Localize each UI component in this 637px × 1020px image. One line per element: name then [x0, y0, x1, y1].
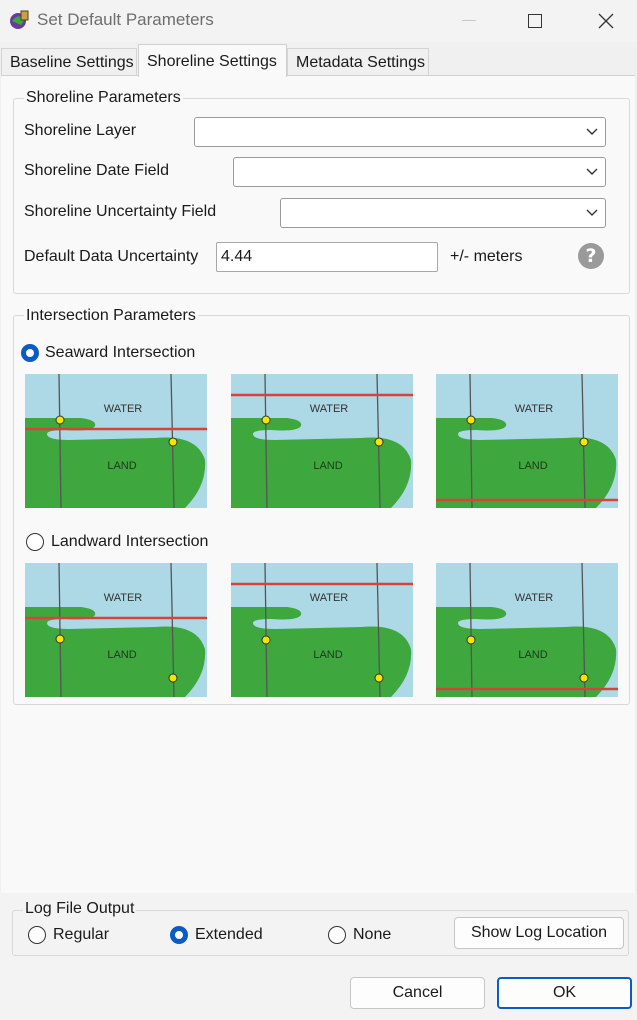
tab-strip: Baseline Settings Shoreline Settings Met… — [0, 42, 637, 77]
tab-label: Shoreline Settings — [147, 53, 277, 70]
seaward-diagram-2: WATER LAND — [231, 373, 413, 509]
close-icon — [598, 13, 614, 29]
landward-diagram-1: WATER LAND — [25, 562, 207, 698]
shoreline-date-field-dropdown[interactable] — [233, 157, 606, 187]
land-label: LAND — [518, 649, 547, 661]
shoreline-layer-dropdown[interactable] — [194, 117, 606, 147]
log-extended-label[interactable]: Extended — [195, 926, 263, 944]
chevron-down-icon — [586, 209, 598, 216]
intersection-point — [55, 634, 65, 644]
shoreline-layer-label: Shoreline Layer — [24, 122, 137, 139]
water-label: WATER — [104, 592, 143, 604]
tab-label: Baseline Settings — [10, 54, 134, 71]
title-bar: Set Default Parameters — [0, 0, 637, 42]
chevron-down-icon — [586, 128, 598, 135]
seaward-intersection-label[interactable]: Seaward Intersection — [45, 344, 195, 362]
log-regular-radio[interactable] — [28, 926, 46, 944]
intersection-point — [55, 415, 65, 425]
intersection-point — [374, 673, 384, 683]
land-label: LAND — [518, 460, 547, 472]
log-none-radio[interactable] — [328, 926, 346, 944]
diagram-svg: WATER LAND — [25, 562, 207, 698]
shoreline-parameters-label: Shoreline Parameters — [24, 89, 183, 107]
default-data-uncertainty-input[interactable]: 4.44 — [216, 242, 438, 272]
uncertainty-units-label: +/- meters — [450, 248, 523, 265]
intersection-point — [168, 437, 178, 447]
minimize-button[interactable] — [446, 0, 492, 42]
shoreline-uncertainty-field-dropdown[interactable] — [280, 198, 606, 228]
help-icon[interactable]: ? — [578, 243, 604, 269]
tab-shoreline-settings[interactable]: Shoreline Settings — [138, 44, 287, 77]
water-label: WATER — [104, 403, 143, 415]
intersection-point — [466, 415, 476, 425]
landward-intersection-radio[interactable] — [26, 533, 44, 551]
land-label: LAND — [313, 460, 342, 472]
intersection-parameters-label: Intersection Parameters — [24, 307, 198, 325]
log-extended-radio[interactable] — [170, 926, 188, 944]
intersection-point — [261, 635, 271, 645]
tab-label: Metadata Settings — [296, 54, 425, 71]
log-file-output-label: Log File Output — [23, 900, 137, 918]
chevron-down-icon — [586, 168, 598, 175]
land-label: LAND — [107, 649, 136, 661]
intersection-point — [579, 437, 589, 447]
diagram-svg: WATER LAND — [436, 373, 618, 509]
log-none-label[interactable]: None — [353, 926, 391, 944]
cancel-button[interactable]: Cancel — [350, 977, 485, 1009]
app-icon — [10, 10, 29, 29]
seaward-diagram-3: WATER LAND — [436, 373, 618, 509]
maximize-icon — [528, 14, 542, 28]
close-button[interactable] — [583, 0, 629, 42]
intersection-point — [466, 635, 476, 645]
land-label: LAND — [313, 649, 342, 661]
ok-button[interactable]: OK — [497, 977, 632, 1009]
shoreline-uncertainty-field-label: Shoreline Uncertainty Field — [24, 203, 217, 220]
water-label: WATER — [515, 403, 554, 415]
intersection-point — [261, 415, 271, 425]
diagram-svg: WATER LAND — [231, 373, 413, 509]
intersection-point — [579, 673, 589, 683]
landward-intersection-label[interactable]: Landward Intersection — [51, 533, 208, 551]
landward-diagram-3: WATER LAND — [436, 562, 618, 698]
minimize-icon — [462, 20, 476, 21]
seaward-diagram-1: WATER LAND — [25, 373, 207, 509]
tab-metadata-settings[interactable]: Metadata Settings — [287, 48, 429, 76]
water-label: WATER — [310, 403, 349, 415]
maximize-button[interactable] — [512, 0, 558, 42]
diagram-svg: WATER LAND — [231, 562, 413, 698]
log-regular-label[interactable]: Regular — [53, 926, 109, 944]
tab-content: Shoreline Parameters Shoreline Layer Sho… — [1, 75, 635, 894]
intersection-point — [374, 437, 384, 447]
water-label: WATER — [515, 592, 554, 604]
water-label: WATER — [310, 592, 349, 604]
window-title: Set Default Parameters — [37, 10, 214, 29]
diagram-svg: WATER LAND — [436, 562, 618, 698]
seaward-intersection-radio[interactable] — [21, 344, 39, 362]
show-log-location-button[interactable]: Show Log Location — [454, 917, 624, 949]
landward-diagram-2: WATER LAND — [231, 562, 413, 698]
shoreline-date-field-label: Shoreline Date Field — [24, 162, 169, 179]
tab-baseline-settings[interactable]: Baseline Settings — [1, 48, 137, 76]
intersection-point — [168, 673, 178, 683]
diagram-svg: WATER LAND — [25, 373, 207, 509]
land-label: LAND — [107, 460, 136, 472]
default-data-uncertainty-label: Default Data Uncertainty — [24, 248, 199, 265]
